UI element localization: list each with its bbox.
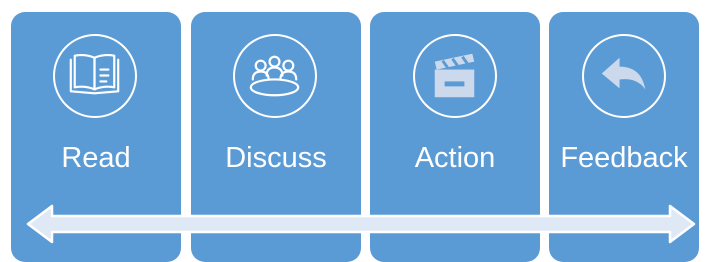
reply-arrow-icon <box>582 34 666 118</box>
clapperboard-icon <box>413 34 497 118</box>
meeting-table-icon <box>233 34 317 118</box>
double-headed-arrow <box>26 204 696 244</box>
step-label: Feedback <box>560 142 688 174</box>
process-diagram: Read Discuss Action Feedback <box>0 0 709 262</box>
step-label: Action <box>414 142 496 174</box>
step-label: Discuss <box>225 142 327 174</box>
step-label: Read <box>61 142 131 174</box>
open-book-icon <box>53 34 137 118</box>
